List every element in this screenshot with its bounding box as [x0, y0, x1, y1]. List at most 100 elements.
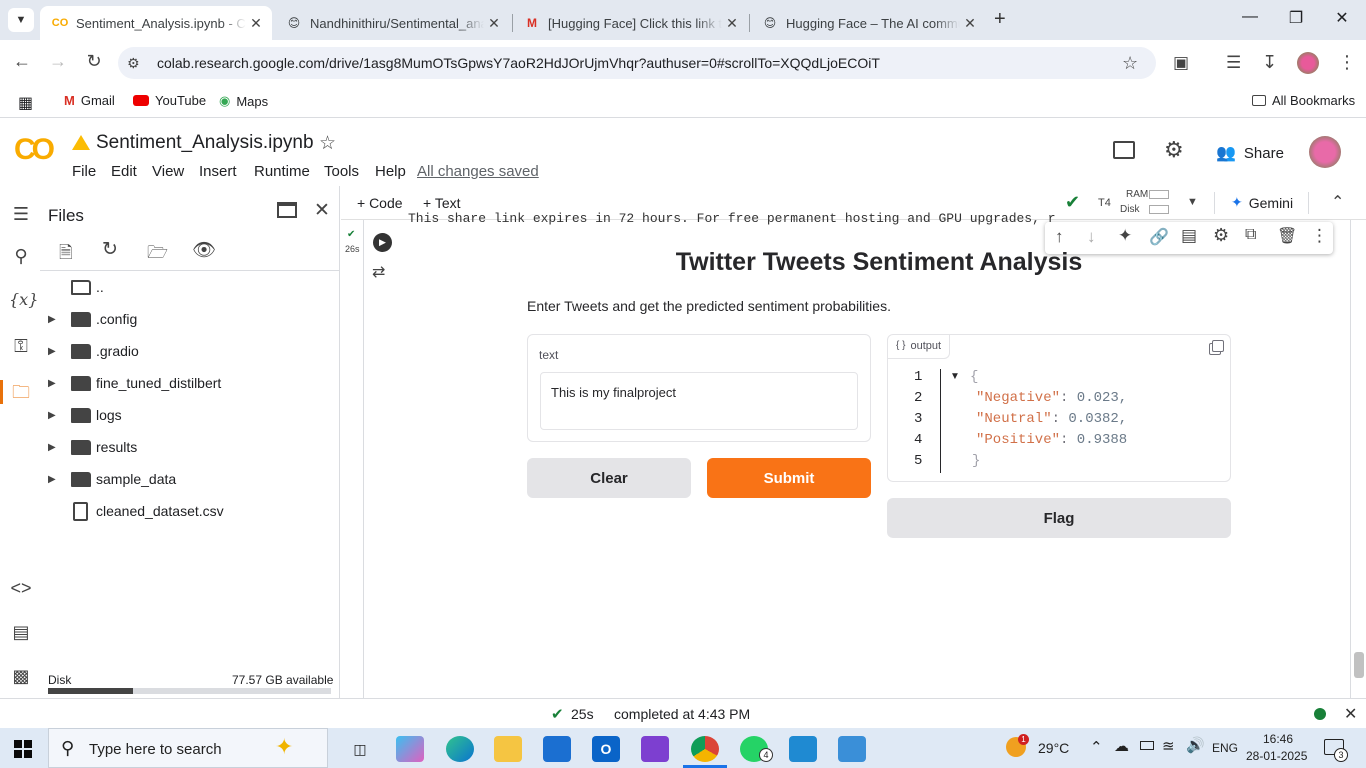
wifi-icon[interactable]: ≊: [1162, 737, 1175, 755]
show-hidden-eye-icon[interactable]: 👁: [192, 238, 216, 262]
windows-start-icon[interactable]: [14, 740, 32, 758]
restore-button[interactable]: ❐: [1276, 8, 1316, 28]
outlook-icon[interactable]: O: [592, 736, 620, 762]
forward-button[interactable]: →: [46, 51, 70, 72]
close-icon[interactable]: ✕: [960, 15, 980, 32]
more-options-icon[interactable]: ⋮: [1311, 226, 1328, 246]
file-tree-item[interactable]: cleaned_dataset.csv: [40, 496, 340, 526]
vscode-icon[interactable]: [789, 736, 817, 762]
terminal-icon[interactable]: ▩: [9, 666, 33, 688]
file-tree-item[interactable]: ▶ sample_data: [40, 464, 340, 494]
colab-logo[interactable]: CO: [14, 133, 55, 167]
collapse-chevron-icon[interactable]: ⌃: [1331, 192, 1344, 212]
clear-button[interactable]: Clear: [527, 458, 691, 498]
notebook-title[interactable]: Sentiment_Analysis.ipynb: [96, 132, 314, 154]
expand-arrow-icon[interactable]: ▶: [48, 378, 56, 389]
bookmark-maps[interactable]: ◉ Maps: [219, 93, 268, 109]
close-panel-icon[interactable]: ✕: [314, 199, 330, 222]
bookmark-star-icon[interactable]: ☆: [1122, 53, 1138, 74]
mirror-cell-icon[interactable]: ⧉: [1245, 226, 1256, 244]
all-bookmarks[interactable]: All Bookmarks: [1252, 93, 1355, 108]
mount-drive-icon[interactable]: 🗁: [147, 240, 168, 269]
move-down-icon[interactable]: ↓: [1087, 227, 1096, 247]
add-text-button[interactable]: + Text: [423, 195, 461, 211]
submit-button[interactable]: Submit: [707, 458, 871, 498]
code-snippets-icon[interactable]: <>: [9, 578, 33, 600]
tab-colab[interactable]: CO Sentiment_Analysis.ipynb - Cola ✕: [40, 6, 272, 40]
visual-studio-icon[interactable]: [641, 736, 669, 762]
menu-edit[interactable]: Edit: [111, 163, 137, 180]
refresh-icon[interactable]: ↻: [102, 238, 118, 261]
file-tree-item[interactable]: ▶ results: [40, 432, 340, 462]
menu-tools[interactable]: Tools: [324, 163, 359, 180]
save-status[interactable]: All changes saved: [417, 163, 539, 180]
secrets-key-icon[interactable]: ⚿: [9, 336, 33, 358]
file-tree-item[interactable]: ▶ .config: [40, 304, 340, 334]
apps-grid-icon[interactable]: ▦: [18, 93, 33, 113]
volume-icon[interactable]: 🔊: [1186, 736, 1205, 754]
move-up-icon[interactable]: ↑: [1055, 227, 1064, 247]
onedrive-icon[interactable]: ☁: [1114, 737, 1129, 755]
task-view-icon[interactable]: ◫: [346, 736, 374, 762]
reload-button[interactable]: ↻: [82, 51, 106, 72]
profile-avatar[interactable]: [1297, 52, 1319, 74]
new-tab-button[interactable]: +: [994, 8, 1006, 31]
flag-button[interactable]: Flag: [887, 498, 1231, 538]
new-window-icon[interactable]: [277, 202, 297, 218]
file-tree-item[interactable]: ▶ .gradio: [40, 336, 340, 366]
expand-arrow-icon[interactable]: ▶: [48, 474, 56, 485]
extensions-icon[interactable]: ▣: [1173, 53, 1189, 73]
chrome-icon[interactable]: [691, 736, 719, 762]
file-explorer-icon[interactable]: [494, 736, 522, 762]
battery-icon[interactable]: [1140, 741, 1154, 750]
minimize-button[interactable]: —: [1230, 8, 1270, 26]
menu-file[interactable]: File: [72, 163, 96, 180]
media-controls-icon[interactable]: ☰: [1226, 53, 1241, 73]
tab-hf-space[interactable]: 😊 Nandhinithiru/Sentimental_ana ✕: [274, 6, 510, 40]
expand-arrow-icon[interactable]: ▶: [48, 410, 56, 421]
settings-gear-icon[interactable]: ⚙: [1164, 137, 1184, 163]
file-tree-item[interactable]: ▶ fine_tuned_distilbert: [40, 368, 340, 398]
delete-icon[interactable]: 🗑: [1277, 226, 1297, 246]
bookmark-gmail[interactable]: M Gmail: [64, 93, 115, 108]
clock-date[interactable]: 28-01-2025: [1246, 749, 1307, 763]
resources-dropdown-icon[interactable]: ▼: [1187, 196, 1198, 208]
window-close-button[interactable]: ✕: [1322, 8, 1362, 28]
collapse-triangle-icon[interactable]: ▼: [950, 371, 960, 382]
copilot-icon[interactable]: [396, 736, 424, 762]
tab-gmail[interactable]: M [Hugging Face] Click this link to ✕: [512, 6, 748, 40]
url-text[interactable]: colab.research.google.com/drive/1asg8Mum…: [157, 55, 880, 71]
site-info-icon[interactable]: ⚙: [127, 55, 140, 72]
close-status-icon[interactable]: ✕: [1344, 704, 1357, 724]
photos-icon[interactable]: [838, 736, 866, 762]
comment-icon[interactable]: ▤: [1181, 226, 1197, 246]
menu-view[interactable]: View: [152, 163, 184, 180]
language-indicator[interactable]: ENG: [1212, 741, 1238, 755]
completion-time[interactable]: completed at 4:43 PM: [614, 706, 750, 722]
gemini-button[interactable]: ✦ Gemini: [1231, 194, 1293, 211]
menu-runtime[interactable]: Runtime: [254, 163, 310, 180]
browser-menu-icon[interactable]: ⋮: [1338, 52, 1356, 73]
back-button[interactable]: ←: [10, 51, 34, 72]
expand-arrow-icon[interactable]: ▶: [48, 442, 56, 453]
files-folder-icon[interactable]: 🗀: [9, 380, 33, 402]
bookmark-youtube[interactable]: YouTube: [133, 93, 206, 108]
expand-arrow-icon[interactable]: ▶: [48, 346, 56, 357]
upload-file-icon[interactable]: 🗎: [59, 240, 73, 269]
add-code-button[interactable]: + Code: [357, 195, 403, 211]
tab-huggingface[interactable]: 😊 Hugging Face – The AI commun ✕: [750, 6, 986, 40]
comment-icon[interactable]: [1113, 141, 1135, 159]
file-tree-item[interactable]: ..: [40, 272, 340, 302]
temperature[interactable]: 29°C: [1038, 740, 1069, 756]
taskbar-search-box[interactable]: ⚲ Type here to search ✦: [48, 728, 328, 768]
gemini-sparkle-icon[interactable]: ✦: [1118, 226, 1132, 246]
tweet-textarea[interactable]: This is my finalproject: [540, 372, 858, 430]
ms-store-icon[interactable]: [543, 736, 571, 762]
star-icon[interactable]: ☆: [319, 132, 336, 155]
download-icon[interactable]: ↧: [1262, 52, 1277, 73]
clock-time[interactable]: 16:46: [1263, 732, 1293, 746]
close-icon[interactable]: ✕: [484, 15, 504, 32]
share-button[interactable]: 👥 Share: [1216, 143, 1284, 163]
menu-help[interactable]: Help: [375, 163, 406, 180]
close-icon[interactable]: ✕: [246, 15, 266, 32]
